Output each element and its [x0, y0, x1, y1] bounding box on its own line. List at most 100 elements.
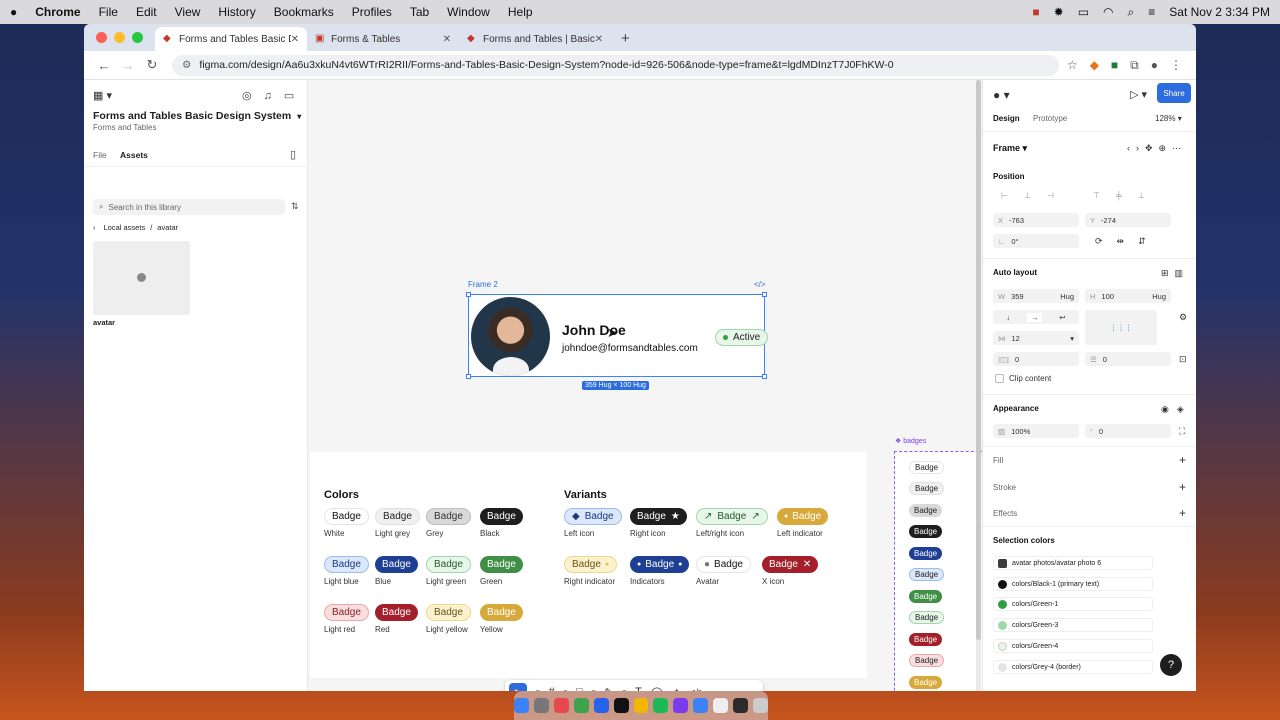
back-chevron-icon[interactable]: ‹	[93, 223, 96, 232]
resize-handle[interactable]	[762, 292, 767, 297]
flip-icons[interactable]: ⟳⇹⇵	[1095, 236, 1160, 247]
y-field[interactable]: Y -274	[1085, 213, 1171, 227]
app-icon[interactable]	[573, 698, 589, 713]
control-center-icon[interactable]: ≡	[1148, 5, 1155, 19]
apple-icon[interactable]: ●	[10, 5, 17, 19]
resize-handle[interactable]	[466, 374, 471, 379]
extensions-puzzle-icon[interactable]: ⧉	[1130, 58, 1139, 73]
menubar-datetime[interactable]: Sat Nov 2 3:34 PM	[1169, 5, 1270, 19]
back-icon[interactable]: ←	[92, 58, 116, 73]
badge-x-icon[interactable]: Badge ✕	[762, 556, 819, 573]
mini-badge[interactable]: Badge	[909, 482, 945, 495]
badge-red[interactable]: Badge	[375, 604, 418, 621]
badge-white[interactable]: Badge	[324, 508, 369, 525]
mini-badge[interactable]: Badge	[909, 504, 943, 517]
more-icon[interactable]: ⋮	[1170, 58, 1182, 73]
menu-edit[interactable]: Edit	[136, 5, 157, 19]
app-icon[interactable]	[733, 698, 749, 713]
badge-black[interactable]: Badge	[480, 508, 523, 525]
move-tool-icon[interactable]: ➤	[509, 683, 527, 691]
swatch-row[interactable]: avatar photos/avatar photo 6	[993, 556, 1153, 570]
record-icon[interactable]: ■	[1032, 5, 1039, 19]
mini-badge[interactable]: Badge	[909, 461, 945, 474]
finder-icon[interactable]	[514, 698, 529, 713]
mini-badge[interactable]: Badge	[909, 633, 943, 646]
x-field[interactable]: X -763	[993, 213, 1079, 227]
trash-icon[interactable]	[753, 698, 768, 713]
site-info-icon[interactable]: ⚙	[182, 59, 191, 71]
app-icon[interactable]	[673, 698, 689, 713]
extension-fox-icon[interactable]: ◆	[1090, 58, 1099, 73]
mini-badge[interactable]: Badge	[909, 525, 943, 538]
tab-design[interactable]: Design	[993, 114, 1020, 123]
badge-left-right-icon[interactable]: ↗ Badge ↗	[696, 508, 768, 525]
new-tab-button[interactable]: +	[611, 30, 640, 51]
notification-icon[interactable]: ♫	[264, 90, 272, 102]
zoom-window-button[interactable]	[132, 32, 143, 43]
add-effect-icon[interactable]: +	[1179, 506, 1186, 520]
padding-horizontal-field[interactable]: |◫| 0	[993, 352, 1079, 366]
vscode-icon[interactable]	[593, 698, 609, 713]
padding-vertical-field[interactable]: ☰ 0	[1085, 352, 1171, 366]
badge-blue[interactable]: Badge	[375, 556, 418, 573]
add-fill-icon[interactable]: +	[1179, 453, 1186, 467]
clip-content-checkbox[interactable]	[995, 374, 1004, 383]
mini-badge[interactable]: Badge	[909, 590, 943, 603]
badges-component-set[interactable]: Badge Badge Badge Badge Badge Badge Badg…	[894, 451, 982, 691]
badge-left-indicator[interactable]: ● Badge	[777, 508, 829, 525]
swatch-row[interactable]: colors/Green-1	[993, 597, 1153, 611]
swatch-row[interactable]: colors/Green-4	[993, 639, 1153, 653]
project-name[interactable]: Forms and Tables	[93, 123, 156, 132]
main-menu-icon[interactable]: ▦ ▾	[93, 89, 112, 102]
canvas[interactable]: Frame 2 </> John Doe johndoe@formsandtab…	[308, 80, 982, 691]
resize-handle[interactable]	[466, 292, 471, 297]
badge-indicators[interactable]: ● Badge ●	[630, 556, 690, 573]
tab-close-icon[interactable]: ✕	[291, 34, 299, 45]
close-icon[interactable]: ✕	[803, 559, 811, 570]
app-icon[interactable]	[553, 698, 569, 713]
padding-settings-icon[interactable]: ⊡	[1179, 354, 1187, 365]
badge-light-yellow[interactable]: Badge	[426, 604, 471, 621]
panel-toggle-icon[interactable]: ▭	[284, 89, 294, 102]
auto-layout-icons[interactable]: ⊞▥	[1161, 268, 1189, 279]
menu-tab[interactable]: Tab	[410, 5, 429, 19]
user-email[interactable]: johndoe@formsandtables.com	[562, 343, 698, 354]
search-input[interactable]: ⌕ Search in this library	[93, 199, 285, 215]
corner-radius-field[interactable]: ◜ 0	[1085, 424, 1171, 438]
library-icon[interactable]: ◎	[242, 89, 252, 102]
extension-icon[interactable]: ■	[1111, 58, 1118, 73]
forward-icon[interactable]: →	[116, 58, 140, 73]
valign-icons[interactable]: ⊤╪⊥	[1093, 191, 1161, 200]
help-button[interactable]: ?	[1160, 654, 1182, 676]
tab-file[interactable]: File	[93, 150, 107, 160]
swatch-row[interactable]: colors/Green-3	[993, 618, 1153, 632]
file-name[interactable]: Forms and Tables Basic Design System ▾	[93, 110, 301, 122]
terminal-icon[interactable]	[613, 698, 629, 713]
chrome-icon[interactable]	[633, 698, 649, 713]
menu-profiles[interactable]: Profiles	[352, 5, 392, 19]
badge-right-icon[interactable]: Badge ★	[630, 508, 687, 525]
mail-icon[interactable]	[693, 698, 709, 713]
avatar[interactable]	[471, 297, 550, 376]
wifi-icon[interactable]: ◠	[1103, 5, 1113, 19]
badge-avatar[interactable]: ● Badge	[696, 556, 751, 573]
menu-bookmarks[interactable]: Bookmarks	[274, 5, 334, 19]
layout-settings-icon[interactable]: ⚙	[1179, 312, 1187, 323]
profile-avatar[interactable]: ●	[1151, 58, 1158, 73]
badge-grey[interactable]: Badge	[426, 508, 471, 525]
frame-type[interactable]: Frame ▾	[993, 143, 1027, 154]
frame-actions-icon[interactable]: ‹›✥⊕⋯	[1127, 143, 1187, 154]
badges-component-label[interactable]: ❖ badges	[895, 437, 926, 445]
independent-corners-icon[interactable]: ⛶	[1179, 426, 1185, 437]
tab-2[interactable]: ▣ Forms & Tables ✕	[307, 27, 459, 51]
selected-frame[interactable]: John Doe johndoe@formsandtables.com Acti…	[466, 292, 769, 379]
menu-help[interactable]: Help	[508, 5, 533, 19]
badge-light-grey[interactable]: Badge	[375, 508, 420, 525]
visibility-icons[interactable]: ◉◈	[1161, 404, 1192, 415]
app-icon[interactable]	[713, 698, 729, 713]
tab-assets[interactable]: Assets	[120, 150, 148, 160]
badge-green[interactable]: Badge	[480, 556, 523, 573]
width-field[interactable]: W 359 Hug	[993, 289, 1079, 303]
search-icon[interactable]: ⌕	[1128, 5, 1135, 20]
status-badge[interactable]: Active	[715, 329, 769, 346]
